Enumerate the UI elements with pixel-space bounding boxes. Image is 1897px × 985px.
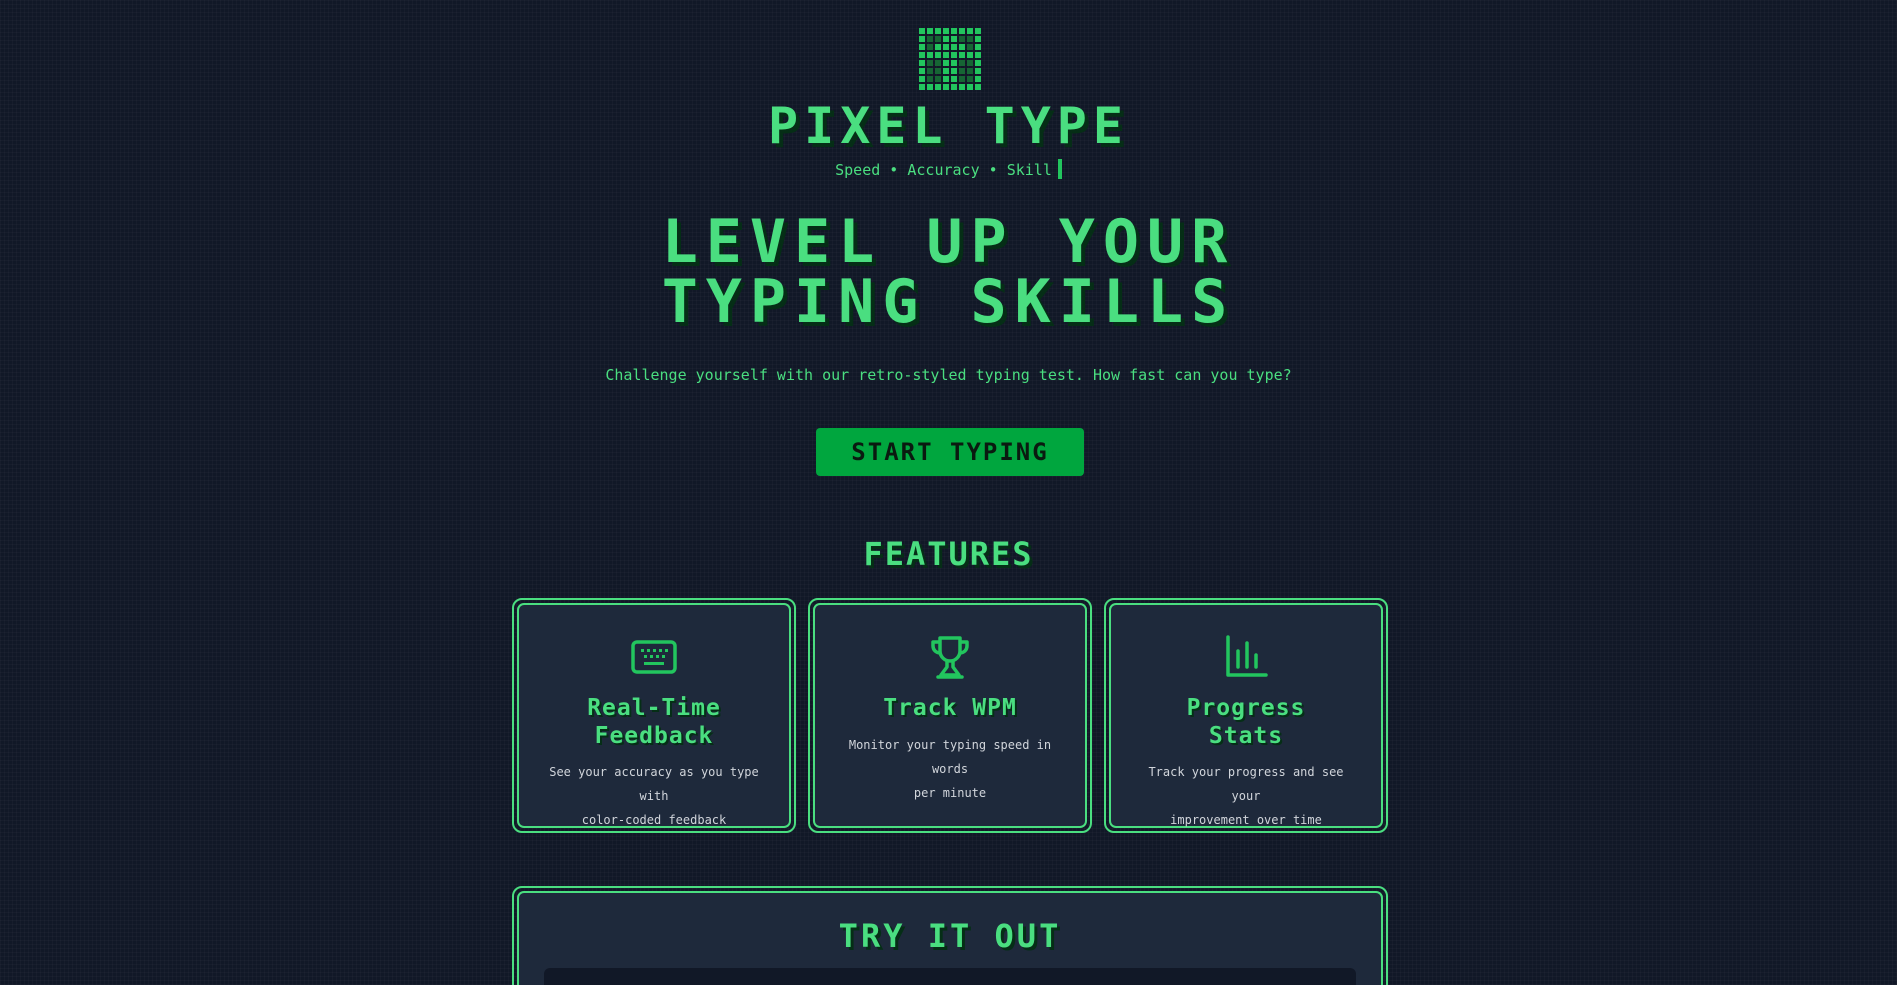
feature-desc-line: See your accuracy as you type with [549, 765, 759, 803]
feature-desc-line: Monitor your typing speed in words [848, 738, 1052, 776]
feature-title-line: Progress [1186, 695, 1306, 721]
keyboard-icon [630, 633, 678, 681]
brand-title: PIXEL TYPE [767, 97, 1130, 155]
tagline: Speed • Accuracy • Skill [0, 159, 1897, 181]
feature-card-title: Progress Stats [1121, 694, 1371, 750]
feature-card-inner: Progress Stats Track your progress and s… [1109, 603, 1383, 828]
feature-card-title: Real-Time Feedback [529, 694, 779, 750]
try-it-out-inner: TRY IT OUT [517, 891, 1383, 985]
typing-test-area[interactable] [544, 968, 1356, 985]
start-typing-button[interactable]: START TYPING [816, 428, 1084, 476]
feature-card-track-wpm: Track WPM Monitor your typing speed in w… [808, 598, 1092, 833]
feature-desc-line: Track your progress and see your [1148, 765, 1344, 803]
bar-chart-icon [1222, 633, 1270, 681]
landing-page: PIXEL TYPE Speed • Accuracy • Skill LEVE… [0, 0, 1897, 985]
hero-title-line-2: TYPING SKILLS [661, 267, 1236, 337]
feature-title-line: Track WPM [883, 695, 1017, 721]
pixel-grid-logo-icon [918, 27, 982, 91]
feature-card-inner: Real-Time Feedback See your accuracy as … [517, 603, 791, 828]
feature-desc-line: per minute [913, 786, 987, 800]
feature-title-line: Stats [1208, 723, 1284, 749]
try-it-out-panel: TRY IT OUT [512, 886, 1388, 985]
feature-desc-line: color-coded feedback [581, 813, 727, 827]
feature-card-title: Track WPM [825, 694, 1075, 722]
trophy-icon [926, 633, 974, 681]
feature-card-realtime-feedback: Real-Time Feedback See your accuracy as … [512, 598, 796, 833]
feature-card-inner: Track WPM Monitor your typing speed in w… [813, 603, 1087, 828]
feature-card-description: See your accuracy as you type with color… [539, 760, 769, 832]
try-it-out-heading: TRY IT OUT [838, 917, 1062, 955]
feature-title-line: Real-Time [587, 695, 721, 721]
feature-card-progress-stats: Progress Stats Track your progress and s… [1104, 598, 1388, 833]
feature-desc-line: improvement over time [1170, 813, 1322, 827]
feature-title-line: Feedback [594, 723, 714, 749]
hero-subtitle: Challenge yourself with our retro-styled… [605, 366, 1292, 384]
blinking-cursor [1057, 159, 1062, 179]
hero-title-line-1: LEVEL UP YOUR [661, 207, 1236, 277]
tagline-text: Speed • Accuracy • Skill [835, 161, 1052, 179]
feature-card-description: Monitor your typing speed in words per m… [835, 733, 1065, 805]
hero-title: LEVEL UP YOUR TYPING SKILLS [0, 212, 1897, 332]
features-heading: FEATURES [863, 535, 1034, 573]
feature-card-description: Track your progress and see your improve… [1131, 760, 1361, 832]
